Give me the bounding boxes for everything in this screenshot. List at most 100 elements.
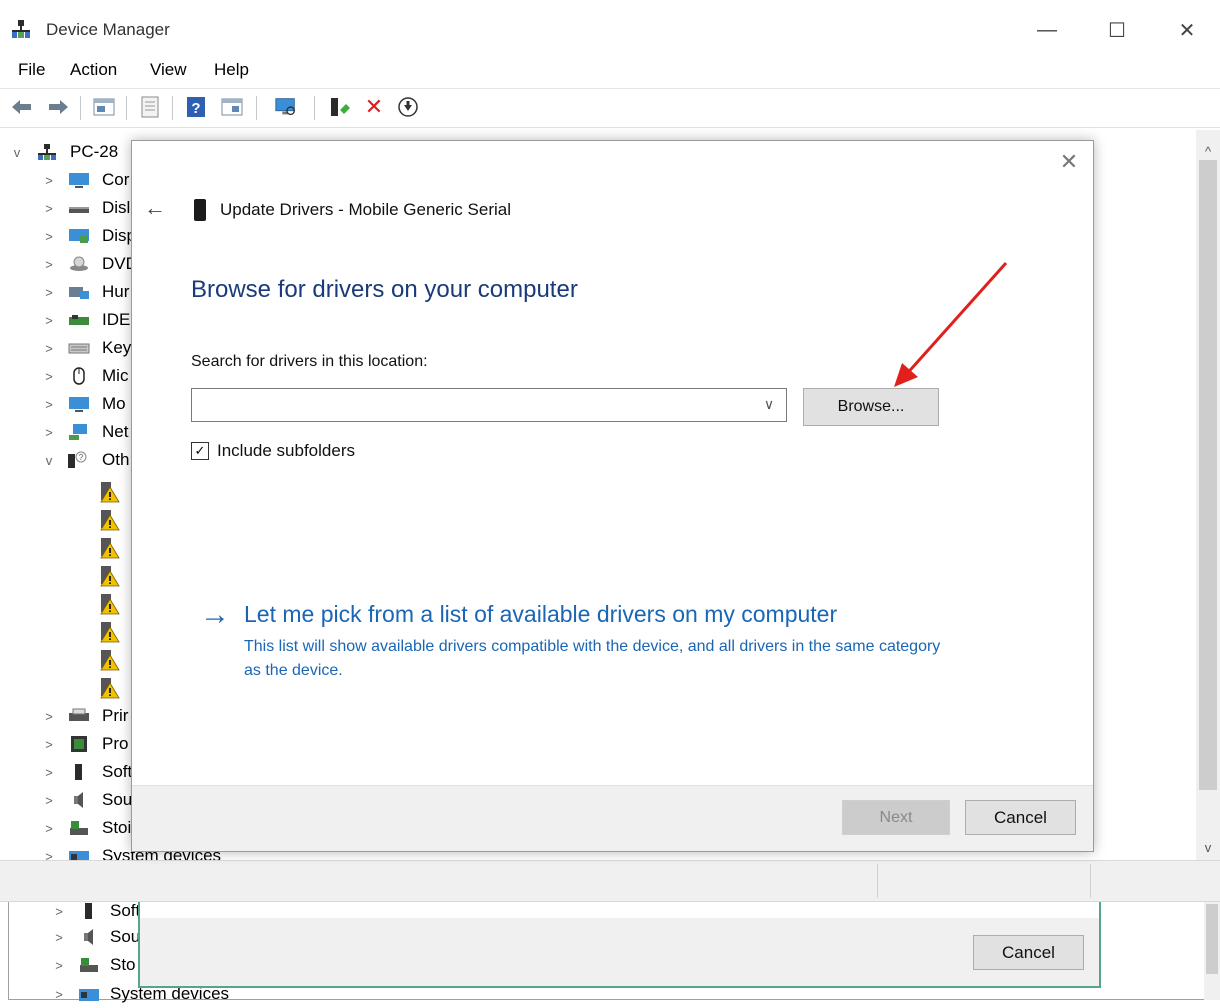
chevron-right-icon[interactable]: >	[42, 709, 56, 724]
warning-device-icon	[100, 650, 120, 671]
chevron-right-icon[interactable]: >	[52, 904, 66, 919]
chevron-right-icon[interactable]: >	[52, 987, 66, 1002]
tree-item-label: Sou	[102, 790, 133, 809]
next-button[interactable]: Next	[842, 800, 950, 835]
scroll-up-icon[interactable]: ^	[1196, 140, 1220, 164]
monitor-icon	[69, 173, 89, 188]
uninstall-icon: ✕	[364, 94, 384, 119]
close-button[interactable]: ✕	[1164, 10, 1210, 50]
warning-device-icon	[100, 566, 120, 587]
include-subfolders-checkbox[interactable]: ✓	[191, 442, 209, 460]
storage-icon	[70, 821, 88, 835]
chevron-right-icon[interactable]: >	[42, 737, 56, 752]
scrollbar-thumb[interactable]	[1199, 160, 1217, 790]
driver-path-combobox[interactable]	[191, 388, 787, 422]
toolbar-separator	[314, 96, 315, 120]
background-cancel-button[interactable]: Cancel	[973, 935, 1084, 970]
right-arrow-icon[interactable]: →	[200, 598, 230, 632]
toolbar-separator	[256, 96, 257, 120]
chevron-right-icon[interactable]: >	[42, 257, 56, 272]
tree-item-label: Hur	[102, 282, 130, 301]
chevron-right-icon[interactable]: >	[42, 173, 56, 188]
device-manager-icon	[12, 20, 30, 38]
status-divider	[877, 864, 878, 898]
search-location-label: Search for drivers in this location:	[191, 353, 428, 370]
other-devices-icon: ?	[68, 451, 87, 468]
help-icon: ?	[187, 97, 205, 117]
background-scrollbar-thumb[interactable]	[1206, 904, 1218, 974]
dialog-close-icon[interactable]: ✕	[1055, 148, 1083, 176]
chevron-right-icon[interactable]: >	[42, 425, 56, 440]
svg-text:?: ?	[79, 453, 84, 462]
annotation-arrow-icon	[894, 261, 1008, 387]
hid-icon	[69, 287, 89, 299]
tree-item-label: Mic	[102, 366, 129, 385]
cancel-button[interactable]: Cancel	[965, 800, 1076, 835]
system-devices-icon	[69, 851, 89, 860]
disable-button[interactable]	[396, 95, 420, 119]
menu-file[interactable]: File	[18, 60, 45, 80]
properties-button[interactable]	[92, 95, 116, 119]
chevron-right-icon[interactable]: >	[52, 930, 66, 945]
warning-device-icon	[100, 622, 120, 643]
software-icon	[85, 903, 92, 919]
status-divider	[1090, 864, 1091, 898]
menu-view[interactable]: View	[150, 60, 187, 80]
sound-icon	[84, 929, 93, 945]
chevron-down-icon[interactable]: ∨	[758, 396, 780, 416]
tree-item-label: Sou	[110, 927, 141, 946]
chevron-right-icon[interactable]: >	[42, 201, 56, 216]
chevron-right-icon[interactable]: >	[42, 821, 56, 836]
dialog-heading: Browse for drivers on your computer	[191, 276, 578, 303]
scroll-down-icon[interactable]: v	[1196, 836, 1220, 860]
display-adapter-icon	[69, 229, 89, 243]
chevron-right-icon[interactable]: >	[42, 285, 56, 300]
tree-item-label: Sto	[110, 955, 136, 974]
chevron-right-icon[interactable]: >	[42, 397, 56, 412]
system-devices-icon	[79, 989, 99, 1001]
tree-item-label: Oth	[102, 450, 130, 469]
chevron-down-icon[interactable]: v	[10, 145, 24, 160]
chevron-right-icon[interactable]: >	[42, 229, 56, 244]
scan-hardware-button[interactable]	[274, 95, 298, 119]
window-title: Device Manager	[46, 20, 170, 39]
minimize-button[interactable]: —	[1024, 10, 1070, 50]
status-bar	[0, 860, 1220, 902]
include-subfolders-label[interactable]: Include subfolders	[217, 441, 355, 461]
tree-item-label: Key	[102, 338, 132, 357]
help-button[interactable]: ?	[184, 95, 208, 119]
pick-driver-list-link[interactable]: Let me pick from a list of available dri…	[244, 601, 837, 628]
back-arrow-icon[interactable]: ←	[142, 195, 168, 221]
chevron-right-icon[interactable]: >	[42, 793, 56, 808]
back-arrow-icon	[12, 100, 31, 114]
chevron-right-icon[interactable]: >	[42, 313, 56, 328]
menu-action[interactable]: Action	[70, 60, 117, 80]
menu-help[interactable]: Help	[214, 60, 249, 80]
serial-device-icon	[194, 199, 206, 221]
chevron-down-icon[interactable]: v	[42, 453, 56, 468]
chevron-right-icon[interactable]: >	[42, 341, 56, 356]
add-driver-icon	[331, 98, 350, 116]
tree-item-label: Stoi	[102, 818, 132, 837]
tree-item-label: Prir	[102, 706, 129, 725]
back-button[interactable]	[10, 95, 34, 119]
warning-device-icon	[100, 594, 120, 615]
chevron-right-icon[interactable]: >	[42, 849, 56, 861]
chevron-right-icon[interactable]: >	[42, 369, 56, 384]
add-driver-button[interactable]	[328, 95, 352, 119]
forward-button[interactable]	[46, 95, 70, 119]
tree-item-label: Soft	[102, 762, 133, 781]
tree-item-label: Net	[102, 422, 129, 441]
chevron-right-icon[interactable]: >	[42, 765, 56, 780]
ide-icon	[69, 315, 89, 325]
sound-icon	[74, 792, 83, 808]
maximize-button[interactable]: ☐	[1094, 10, 1140, 50]
tree-root-label: PC-28	[70, 142, 119, 161]
tree-item-label: Pro	[102, 734, 129, 753]
tree-item-label: Disl	[102, 198, 131, 217]
view-button[interactable]	[220, 95, 244, 119]
uninstall-button[interactable]: ✕	[362, 95, 386, 119]
chevron-right-icon[interactable]: >	[52, 958, 66, 973]
update-driver-button[interactable]	[138, 95, 162, 119]
printer-icon	[69, 708, 89, 721]
